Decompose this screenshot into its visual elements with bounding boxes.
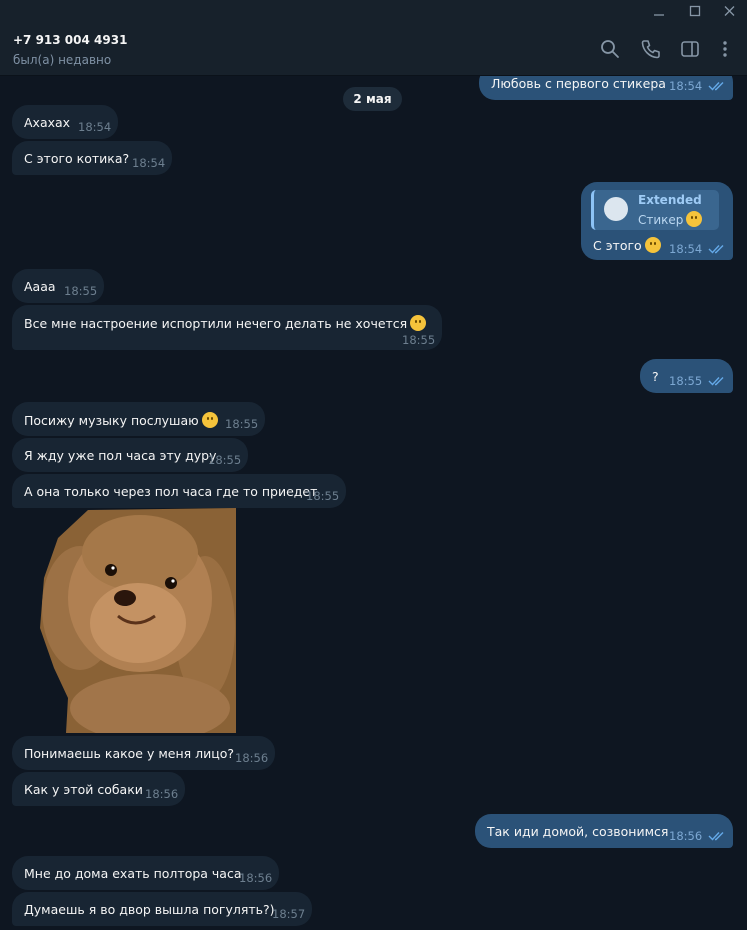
message-text: Посижу музыку послушаю xyxy=(24,412,218,428)
message-incoming[interactable]: Ахахах 18:54 xyxy=(12,105,118,139)
message-time: 18:56 xyxy=(239,871,273,885)
message-incoming[interactable]: Мне до дома ехать полтора часа 18:56 xyxy=(12,856,279,890)
message-incoming[interactable]: А она только через пол часа где то приед… xyxy=(12,474,346,508)
search-icon[interactable] xyxy=(599,38,621,60)
message-text: Мне до дома ехать полтора часа xyxy=(24,866,242,881)
slight-smile-emoji-icon xyxy=(410,315,427,331)
message-text: Я жду уже пол часа эту дуру xyxy=(24,448,217,463)
message-time: 18:55 xyxy=(669,374,703,388)
message-time: 18:54 xyxy=(132,156,166,170)
read-ticks-icon xyxy=(708,245,724,254)
close-icon[interactable] xyxy=(711,0,747,23)
message-time: 18:55 xyxy=(64,284,98,298)
message-incoming[interactable]: Посижу музыку послушаю 18:55 xyxy=(12,402,265,436)
message-time: 18:56 xyxy=(145,787,179,801)
sticker-thumbnail xyxy=(604,197,628,221)
message-text: С этого xyxy=(593,237,661,253)
message-text: ? xyxy=(652,369,659,384)
message-time: 18:57 xyxy=(272,907,306,921)
message-incoming[interactable]: Аааа 18:55 xyxy=(12,269,104,303)
contact-name[interactable]: +7 913 004 4931 xyxy=(13,33,127,47)
date-separator: 2 мая xyxy=(343,87,402,111)
message-time: 18:55 xyxy=(208,453,242,467)
message-text: Аааа xyxy=(24,279,56,294)
message-incoming[interactable]: Я жду уже пол часа эту дуру 18:55 xyxy=(12,438,248,472)
message-outgoing[interactable]: Любовь с первого стикера 18:54 xyxy=(479,76,733,100)
message-outgoing-with-reply[interactable]: Extended Стикер С этого 18:54 xyxy=(581,182,733,260)
message-text: Думаешь я во двор вышла погулять?) xyxy=(24,902,275,917)
reply-subtitle: Стикер xyxy=(638,211,703,227)
message-incoming[interactable]: Понимаешь какое у меня лицо? 18:56 xyxy=(12,736,275,770)
read-ticks-icon xyxy=(708,377,724,386)
message-time: 18:56 xyxy=(235,751,269,765)
message-text: Ахахах xyxy=(24,115,71,130)
phone-icon[interactable] xyxy=(640,38,662,60)
message-outgoing[interactable]: Так иди домой, созвонимся 18:56 xyxy=(475,814,733,848)
contact-status: был(а) недавно xyxy=(13,53,112,67)
message-text: Все мне настроение испортили нечего дела… xyxy=(24,315,427,331)
maximize-icon[interactable] xyxy=(677,0,713,23)
message-text: Любовь с первого стикера xyxy=(491,76,666,91)
read-ticks-icon xyxy=(708,82,724,91)
more-vert-icon[interactable] xyxy=(714,38,736,60)
kiss-emoji-icon xyxy=(686,211,703,227)
message-text: С этого котика? xyxy=(24,151,130,166)
sidebar-toggle-icon[interactable] xyxy=(679,38,701,60)
read-ticks-icon xyxy=(708,832,724,841)
message-incoming[interactable]: Думаешь я во двор вышла погулять?) 18:57 xyxy=(12,892,312,926)
message-time: 18:55 xyxy=(306,489,340,503)
message-time: 18:56 xyxy=(669,829,703,843)
smile-emoji-icon xyxy=(644,237,661,253)
message-time: 18:54 xyxy=(669,79,703,93)
message-time: 18:55 xyxy=(402,333,436,347)
message-list[interactable]: 2 мая Любовь с первого стикера 18:54 Аха… xyxy=(0,76,747,930)
poodle-dog-sticker[interactable] xyxy=(40,508,236,733)
message-text: Понимаешь какое у меня лицо? xyxy=(24,746,235,761)
message-text: А она только через пол часа где то приед… xyxy=(24,484,318,499)
message-text: Как у этой собаки xyxy=(24,782,143,797)
chat-header[interactable]: +7 913 004 4931 был(а) недавно xyxy=(0,23,747,76)
message-incoming[interactable]: Все мне настроение испортили нечего дела… xyxy=(12,305,442,350)
message-incoming[interactable]: С этого котика? 18:54 xyxy=(12,141,172,175)
reply-title: Extended xyxy=(638,193,702,207)
message-time: 18:55 xyxy=(225,417,259,431)
message-incoming[interactable]: Как у этой собаки 18:56 xyxy=(12,772,185,806)
minimize-icon[interactable] xyxy=(641,0,677,23)
message-text: Так иди домой, созвонимся xyxy=(487,824,669,839)
message-outgoing[interactable]: ? 18:55 xyxy=(640,359,733,393)
shush-emoji-icon xyxy=(201,412,218,428)
window-titlebar xyxy=(0,0,747,23)
message-time: 18:54 xyxy=(78,120,112,134)
message-time: 18:54 xyxy=(669,242,703,256)
reply-preview[interactable]: Extended Стикер xyxy=(591,190,719,230)
